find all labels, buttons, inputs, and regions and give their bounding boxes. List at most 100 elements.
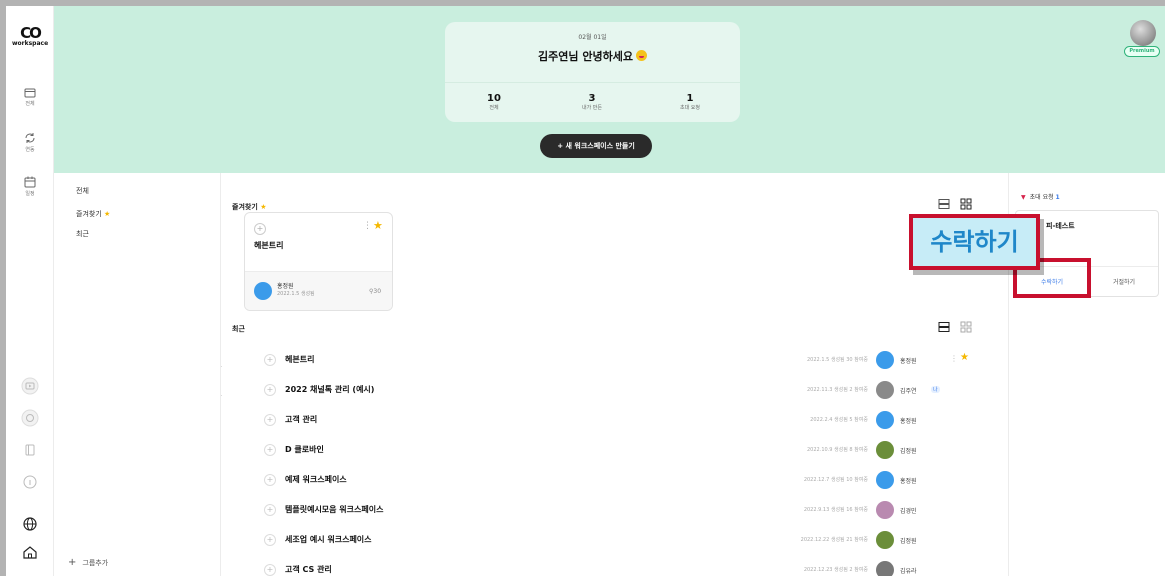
workspace-name: 예제 워크스페이스: [285, 475, 347, 484]
today-date: 02월 01일: [578, 34, 607, 41]
greeting: 김주연님 안녕하세요: [445, 48, 740, 64]
table-row[interactable]: + 세조업 예시 워크스페이스 2022.12.22 생성됨 21 참여중 김정원: [244, 525, 964, 555]
group-item-label: 즐겨찾기: [76, 210, 102, 218]
smile-emoji-icon: [635, 50, 647, 61]
stat-created-by-me[interactable]: 3 내가 만든: [543, 93, 641, 111]
plus-icon[interactable]: +: [264, 474, 276, 486]
star-icon: ★: [260, 203, 267, 211]
favorites-title-text: 즐겨찾기: [232, 203, 258, 211]
workspace-meta: 2022.11.3 생성됨 2 참여중: [807, 387, 868, 393]
folder-icon: [24, 88, 36, 98]
stat-invites[interactable]: 1 초대 요청: [641, 93, 739, 111]
favorite-workspace-card[interactable]: + ⋮ ★ 헤븐트리 홍정원 2022.1.5 생성됨 ⚲30: [244, 212, 393, 311]
plus-icon[interactable]: +: [264, 534, 276, 546]
logo-word: workspace: [12, 40, 49, 47]
plus-icon[interactable]: +: [264, 384, 276, 396]
workspace-meta: 2022.2.4 생성됨 5 참여중: [810, 417, 868, 423]
group-list: 전체 즐겨찾기 ★ 최근 + 그룹추가: [54, 173, 221, 576]
greeting-text: 김주연님 안녕하세요: [538, 50, 633, 63]
group-item-all[interactable]: 전체: [76, 186, 89, 196]
plus-icon[interactable]: +: [254, 223, 266, 235]
favorites-title: 즐겨찾기 ★: [232, 202, 266, 212]
add-group-button[interactable]: + 그룹추가: [68, 557, 108, 568]
rail-item-label: 일정: [25, 191, 35, 197]
table-row[interactable]: + 예제 워크스페이스 2022.12.7 생성됨 10 참여중 홍정원: [244, 465, 964, 495]
owner-avatar: [876, 351, 894, 369]
play-icon[interactable]: [20, 376, 40, 396]
owner-name: 김주연: [900, 388, 917, 395]
member-count-value: 30: [373, 288, 382, 295]
list-view-icon[interactable]: [938, 321, 950, 333]
workspace-name: 세조업 예시 워크스페이스: [285, 535, 372, 544]
plus-icon[interactable]: +: [264, 414, 276, 426]
star-icon[interactable]: ★: [373, 219, 383, 232]
recent-title: 최근: [232, 325, 245, 333]
chat-icon[interactable]: [20, 408, 40, 428]
welcome-card: 02월 01일 김주연님 안녕하세요 10 전체 3 내가 만든 1 초대 요청: [445, 22, 740, 122]
reject-button[interactable]: 거절하기: [1088, 267, 1158, 296]
plus-icon[interactable]: +: [264, 564, 276, 576]
workspace-main: 즐겨찾기 ★ + ⋮ ★ 헤븐트리 홍정원 2022.1.5 생성됨 ⚲30 최…: [222, 173, 1007, 576]
workspace-meta: 2022.1.5 생성됨 30 참여중: [807, 357, 868, 363]
stat-total[interactable]: 10 전체: [445, 93, 543, 111]
owner-name: 홍정원: [900, 418, 917, 425]
group-item-favorites[interactable]: 즐겨찾기 ★: [76, 209, 110, 219]
card-footer: 홍정원 2022.1.5 생성됨 ⚲30: [245, 271, 392, 310]
table-row[interactable]: +2022 채널톡 관리 (예시) 2022.11.3 생성됨 2 참여중 김주연 나: [244, 375, 964, 405]
owner-avatar: [876, 501, 894, 519]
member-count: ⚲30: [369, 288, 381, 295]
rail-item-sync[interactable]: 연동: [6, 132, 54, 153]
more-icon[interactable]: ⋮: [950, 354, 958, 363]
create-workspace-button[interactable]: + 새 워크스페이스 만들기: [540, 134, 652, 158]
workspace-meta: 2022.9.13 생성됨 16 참여중: [803, 507, 868, 513]
recent-view-toggle: [938, 321, 978, 333]
rail-item-calendar[interactable]: 일정: [6, 176, 54, 197]
owner-name: 김경민: [900, 508, 917, 515]
workspace-name: 고객 관리: [285, 415, 318, 424]
app-logo[interactable]: CO workspace: [12, 24, 49, 48]
table-row[interactable]: + 고객 CS 관리 2022.12.23 생성됨 2 참여중 김유라: [244, 555, 964, 576]
document-icon[interactable]: [20, 440, 40, 460]
plus-icon[interactable]: +: [264, 504, 276, 516]
workspace-meta: 2022.12.22 생성됨 21 참여중: [800, 537, 868, 543]
table-row[interactable]: + 헤븐트리 2022.1.5 생성됨 30 참여중 홍정원 ⋮ ★: [244, 345, 969, 375]
info-icon[interactable]: [20, 472, 40, 492]
grid-view-icon[interactable]: [960, 321, 972, 333]
stat-value: 1: [686, 93, 694, 104]
owner-name: 김정원: [900, 448, 917, 455]
invite-title-text: 초대 요청: [1029, 194, 1054, 201]
workspace-name: 2022 채널톡 관리 (예시): [285, 385, 375, 394]
sync-icon: [25, 133, 35, 143]
rail-item-label: 전체: [25, 101, 35, 107]
owner-avatar: [876, 381, 894, 399]
rail-item-all[interactable]: 전체: [6, 88, 54, 107]
pin-icon: ▼: [1021, 194, 1026, 201]
created-date: 2022.1.5 생성됨: [277, 291, 315, 297]
owner-name: 김유라: [900, 568, 917, 575]
workspace-meta: 2022.12.7 생성됨 10 참여중: [803, 477, 868, 483]
owner-avatar: [876, 441, 894, 459]
owner-name: 홍정원: [277, 283, 294, 290]
owner-avatar: [876, 531, 894, 549]
table-row[interactable]: + 고객 관리 2022.2.4 생성됨 5 참여중 홍정원: [244, 405, 964, 435]
home-icon[interactable]: [20, 542, 40, 562]
plus-icon: +: [68, 557, 77, 568]
more-icon[interactable]: ⋮: [363, 221, 372, 231]
plus-icon[interactable]: +: [264, 354, 276, 366]
group-item-recent[interactable]: 최근: [76, 229, 89, 239]
globe-icon[interactable]: [20, 514, 40, 534]
invite-panel-title: ▼ 초대 요청 1: [1021, 192, 1060, 201]
owner-avatar: [876, 411, 894, 429]
plus-icon[interactable]: +: [264, 444, 276, 456]
table-row[interactable]: + D 클로바인 2022.10.9 생성됨 8 참여중 김정원: [244, 435, 964, 465]
workspace-name: 헤븐트리: [285, 355, 315, 364]
grid-view-icon[interactable]: [960, 198, 972, 210]
table-row[interactable]: + 템플릿예시모음 워크스페이스 2022.9.13 생성됨 16 참여중 김경민: [244, 495, 964, 525]
rail-item-label: 연동: [25, 147, 35, 153]
stat-label: 내가 만든: [582, 105, 602, 111]
user-avatar[interactable]: [1130, 20, 1156, 46]
star-icon[interactable]: ★: [960, 352, 969, 363]
owner-name: 홍정원: [900, 478, 917, 485]
list-view-icon[interactable]: [938, 198, 950, 210]
logo-mark: CO: [20, 24, 42, 42]
